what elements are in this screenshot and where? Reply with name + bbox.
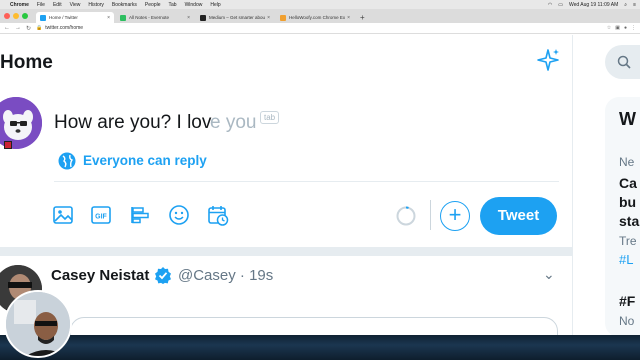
evernote-favicon-icon [120,14,126,21]
trend-meta: No [619,314,635,328]
address-bar: ← → ↻ 🔒 twitter.com/home ☆ ▣ ● ⋮ [0,23,640,34]
reply-setting-button[interactable]: Everyone can reply [83,153,207,168]
menu-tab[interactable]: Tab [169,2,177,8]
new-tab-button[interactable]: + [360,12,365,23]
tweet-timestamp[interactable]: · 19s [240,267,273,284]
toolbar-separator [430,200,431,230]
schedule-icon[interactable] [207,204,229,226]
tab-key-hint: tab [260,111,280,124]
menubar-clock[interactable]: Wed Aug 19 11:09 AM [569,2,618,8]
add-tweet-button[interactable]: + [440,201,470,231]
extension-icon[interactable]: ▣ [615,25,620,31]
browser-tab-strip: Home / Twitter × All Notes - Evernote × … [0,9,640,23]
tab-medium[interactable]: Medium – Get smarter about w × [196,12,274,23]
control-center-icon[interactable]: ≡ [633,2,636,8]
tab-evernote[interactable]: All Notes - Evernote × [116,12,194,23]
search-icon [617,55,631,69]
compose-input[interactable]: How are you? I lov [54,112,211,134]
minimize-window-button[interactable] [13,13,19,19]
hellowoofy-favicon-icon [280,14,286,21]
menu-window[interactable]: Window [185,2,203,8]
close-tab-icon[interactable]: × [187,15,190,21]
tweet-button[interactable]: Tweet [480,197,557,235]
sparkle-icon[interactable] [535,47,561,73]
back-icon[interactable]: ← [4,25,10,31]
right-sidebar: W Ne Ca bu sta Tre #L #F No [575,35,640,337]
trend-hashtag-title[interactable]: #F [619,293,635,309]
gif-icon[interactable]: GIF [90,204,112,226]
twitter-favicon-icon [40,14,46,21]
tab-twitter[interactable]: Home / Twitter × [36,12,114,23]
tab-hellowoofy[interactable]: HelloWoofy.com Chrome Exte × [276,12,354,23]
handle-text[interactable]: @Casey [178,267,236,284]
timeline-column: Home How are you? I lov e you tab Everyo… [0,35,573,357]
compose-divider [54,181,559,182]
close-tab-icon[interactable]: × [267,15,270,21]
menu-people[interactable]: People [145,2,161,8]
trend-title-line[interactable]: bu [619,194,636,210]
zoom-window-button[interactable] [22,13,28,19]
menu-edit[interactable]: Edit [53,2,62,8]
globe-icon [58,152,76,170]
image-icon[interactable] [52,204,74,226]
tweet-author-name[interactable]: Casey Neistat [51,267,149,284]
poll-icon[interactable] [129,204,151,226]
desktop-wallpaper [0,335,640,360]
section-separator [0,247,573,256]
webcam-overlay [4,290,72,358]
battery-icon[interactable]: ▭ [558,2,563,8]
verified-badge-icon [155,267,171,284]
chevron-down-icon[interactable]: ⌄ [543,266,555,283]
trend-meta: Tre [619,234,637,248]
page-title: Home [0,52,53,73]
menu-file[interactable]: File [37,2,45,8]
autocomplete-suggestion: e you [210,112,257,133]
emoji-icon[interactable] [168,204,190,226]
star-icon[interactable]: ☆ [607,25,611,31]
menu-bookmarks[interactable]: Bookmarks [112,2,137,8]
reload-icon[interactable]: ↻ [26,25,31,32]
trend-title-line[interactable]: sta [619,213,639,229]
medium-favicon-icon [200,14,206,21]
trend-hashtag[interactable]: #L [619,252,633,267]
close-tab-icon[interactable]: × [107,15,110,21]
tweet-author-handle[interactable]: @Casey · 19s [178,267,273,284]
character-count-ring-icon [396,206,416,226]
forward-icon[interactable]: → [15,25,21,31]
trends-panel: W Ne Ca bu sta Tre #L #F No [605,97,640,337]
menu-view[interactable]: View [70,2,81,8]
recording-badge [4,141,12,149]
close-window-button[interactable] [4,13,10,19]
profile-icon[interactable]: ● [624,25,627,31]
search-input[interactable] [605,45,640,79]
close-tab-icon[interactable]: × [347,15,350,21]
trends-heading: W [619,109,636,129]
spotlight-icon[interactable]: ⌕ [624,2,627,8]
url-field[interactable]: twitter.com/home [45,25,83,31]
tab-title: All Notes - Evernote [129,15,170,20]
menu-history[interactable]: History [88,2,104,8]
trend-context: Ne [619,155,635,169]
menu-help[interactable]: Help [210,2,220,8]
wifi-icon[interactable]: ◠ [548,2,552,8]
tab-title: Home / Twitter [49,15,78,20]
tab-title: Medium – Get smarter about w [209,15,266,20]
mac-menubar: Chrome File Edit View History Bookmarks … [0,0,640,9]
svg-text:GIF: GIF [95,214,107,221]
lock-icon: 🔒 [36,25,43,31]
more-menu-icon[interactable]: ⋮ [631,25,636,31]
window-controls [4,9,28,23]
tab-title: HelloWoofy.com Chrome Exte [289,15,346,20]
trend-title-line[interactable]: Ca [619,175,637,191]
menu-app-chrome[interactable]: Chrome [10,2,29,8]
